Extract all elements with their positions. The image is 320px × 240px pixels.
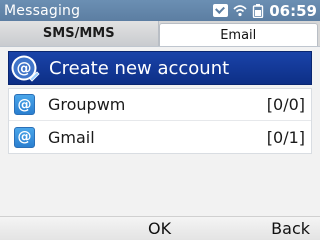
account-list: @ Groupwm [0/0] @ Gmail [0/1] — [8, 88, 312, 154]
back-softkey[interactable]: Back — [271, 219, 310, 238]
at-sign-icon: @ — [14, 126, 35, 148]
wifi-icon — [233, 5, 247, 17]
tab-email[interactable]: Email — [158, 23, 318, 46]
message-indicator-icon — [213, 4, 229, 17]
account-panel: @ Create new account @ Groupwm [0/0] @ G… — [0, 47, 320, 216]
app-title: Messaging — [4, 2, 81, 19]
status-icons: 06:59 — [213, 2, 320, 20]
account-name: Gmail — [48, 127, 95, 147]
svg-text:@: @ — [17, 59, 32, 77]
battery-icon — [253, 3, 264, 18]
at-sign-icon: @ — [14, 94, 35, 115]
tab-sms-mms[interactable]: SMS/MMS — [0, 21, 159, 46]
account-unread-count: [0/1] — [266, 127, 305, 147]
softkey-bar: OK Back — [0, 216, 320, 240]
account-name: Groupwm — [48, 95, 126, 114]
clock: 06:59 — [269, 1, 317, 20]
account-unread-count: [0/0] — [266, 95, 305, 114]
create-new-account-label: Create new account — [49, 57, 230, 79]
create-new-account-button[interactable]: @ Create new account — [8, 51, 312, 85]
tab-bar: SMS/MMS Email — [0, 21, 320, 47]
ok-softkey[interactable]: OK — [148, 219, 171, 238]
email-add-icon: @ — [11, 55, 40, 82]
account-item-groupwm[interactable]: @ Groupwm [0/0] — [9, 89, 311, 121]
account-item-gmail[interactable]: @ Gmail [0/1] — [9, 121, 311, 153]
status-bar: Messaging 06:59 — [0, 0, 320, 21]
